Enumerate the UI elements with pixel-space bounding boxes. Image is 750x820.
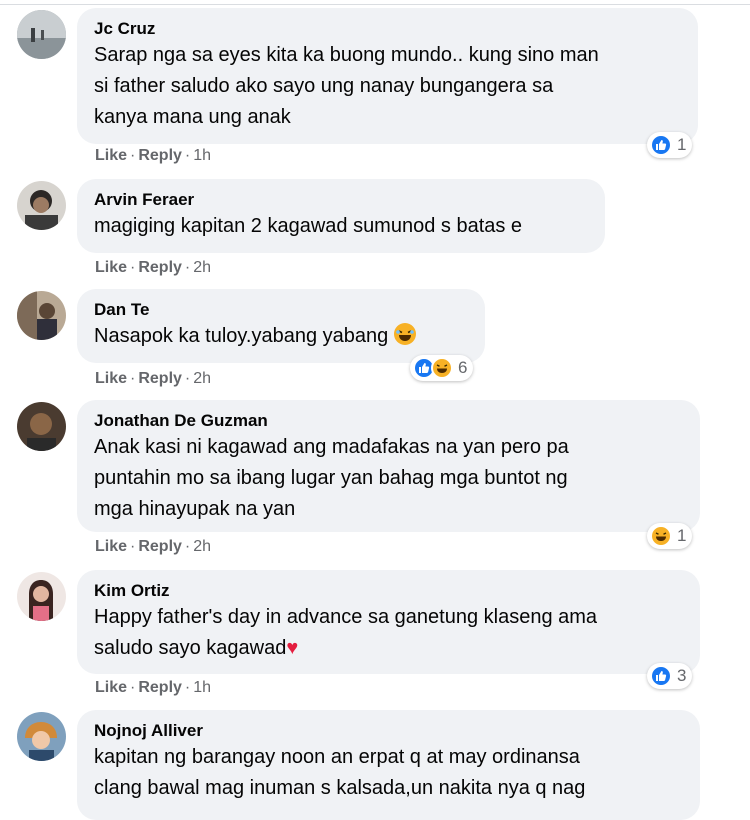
separator: ·: [184, 259, 191, 276]
avatar-photo-icon: [17, 402, 66, 451]
avatar-photo-icon: [17, 181, 66, 230]
comment-bubble: Dan Te Nasapok ka tuloy.yabang yabang: [77, 289, 485, 363]
comment-text-line: Happy father's day in advance sa ganetun…: [94, 606, 598, 628]
comment-bubble: Nojnoj Alliver kapitan ng barangay noon …: [77, 710, 700, 820]
like-icon: [650, 134, 672, 156]
comment-bubble: Jc Cruz Sarap nga sa eyes kita ka buong …: [77, 8, 698, 144]
separator: ·: [184, 679, 191, 696]
reaction-summary[interactable]: 1: [647, 132, 693, 158]
like-link[interactable]: Like: [95, 259, 127, 276]
comment-author[interactable]: Nojnoj Alliver: [94, 720, 682, 741]
reaction-count: 1: [677, 526, 687, 545]
comment-actions: Like · Reply · 1h: [95, 678, 211, 698]
reply-link[interactable]: Reply: [138, 259, 182, 276]
comment-bubble: Arvin Feraer magiging kapitan 2 kagawad …: [77, 179, 605, 253]
comment-text-line: mga hinayupak na yan: [94, 498, 296, 520]
top-divider: [0, 4, 750, 5]
like-icon: [650, 665, 672, 687]
separator: ·: [184, 370, 191, 387]
comment-text-line: clang bawal mag inuman s kalsada,un naki…: [94, 777, 586, 799]
separator: ·: [130, 370, 136, 387]
laughing-emoji-icon: [393, 323, 416, 345]
separator: ·: [184, 147, 191, 164]
comment-text-line: saludo sayo kagawad♥: [94, 633, 682, 663]
avatar-photo-icon: [17, 712, 66, 761]
like-link[interactable]: Like: [95, 147, 127, 164]
haha-icon: [431, 357, 453, 379]
reply-link[interactable]: Reply: [138, 147, 182, 164]
comment-text-line: si father saludo ako sayo ung nanay bung…: [94, 75, 554, 97]
reaction-count: 1: [677, 135, 687, 154]
separator: ·: [130, 538, 136, 555]
reply-link[interactable]: Reply: [138, 538, 182, 555]
comment-author[interactable]: Arvin Feraer: [94, 189, 587, 210]
avatar[interactable]: [17, 10, 66, 59]
comment-actions: Like · Reply · 1h: [95, 146, 211, 166]
reaction-count: 3: [677, 666, 687, 685]
comment-text: saludo sayo kagawad: [94, 637, 287, 659]
avatar[interactable]: [17, 181, 66, 230]
haha-icon: [650, 525, 672, 547]
separator: ·: [184, 538, 191, 555]
comment-text-line: Nasapok ka tuloy.yabang yabang: [94, 321, 467, 351]
comment-actions: Like · Reply · 2h: [95, 258, 211, 278]
avatar-photo-icon: [17, 572, 66, 621]
comment-author[interactable]: Jonathan De Guzman: [94, 410, 682, 431]
comment-author[interactable]: Jc Cruz: [94, 18, 680, 39]
heart-emoji-icon: ♥: [286, 637, 299, 659]
reply-link[interactable]: Reply: [138, 370, 182, 387]
comment-bubble: Jonathan De Guzman Anak kasi ni kagawad …: [77, 400, 700, 532]
like-link[interactable]: Like: [95, 370, 127, 387]
comment-time[interactable]: 1h: [193, 679, 211, 696]
comment-actions: Like · Reply · 2h: [95, 369, 211, 389]
reaction-count: 6: [458, 358, 468, 377]
comment-text-line: puntahin mo sa ibang lugar yan bahag mga…: [94, 467, 568, 489]
reply-link[interactable]: Reply: [138, 679, 182, 696]
comment-text-line: Anak kasi ni kagawad ang madafakas na ya…: [94, 436, 569, 458]
comment-text-line: kapitan ng barangay noon an erpat q at m…: [94, 746, 580, 768]
separator: ·: [130, 259, 136, 276]
avatar-photo-icon: [17, 291, 66, 340]
reaction-summary[interactable]: 1: [647, 523, 693, 549]
avatar-photo-icon: [17, 10, 66, 59]
avatar[interactable]: [17, 291, 66, 340]
separator: ·: [130, 679, 136, 696]
avatar[interactable]: [17, 712, 66, 761]
comment-actions: Like · Reply · 2h: [95, 537, 211, 557]
comment-time[interactable]: 1h: [193, 147, 211, 164]
comment-author[interactable]: Kim Ortiz: [94, 580, 682, 601]
comment-text-line: magiging kapitan 2 kagawad sumunod s bat…: [94, 215, 523, 237]
comment-time[interactable]: 2h: [193, 259, 211, 276]
comment-bubble: Kim Ortiz Happy father's day in advance …: [77, 570, 700, 674]
comment-time[interactable]: 2h: [193, 538, 211, 555]
reaction-summary[interactable]: 3: [647, 663, 693, 689]
comment-text-line: Sarap nga sa eyes kita ka buong mundo.. …: [94, 44, 599, 66]
like-link[interactable]: Like: [95, 538, 127, 555]
comment-text-line: kanya mana ung anak: [94, 106, 291, 128]
avatar[interactable]: [17, 402, 66, 451]
comment-time[interactable]: 2h: [193, 370, 211, 387]
separator: ·: [130, 147, 136, 164]
like-link[interactable]: Like: [95, 679, 127, 696]
avatar[interactable]: [17, 572, 66, 621]
comment-author[interactable]: Dan Te: [94, 299, 467, 320]
comment-text: Nasapok ka tuloy.yabang yabang: [94, 325, 389, 347]
reaction-summary[interactable]: 6: [410, 355, 474, 381]
